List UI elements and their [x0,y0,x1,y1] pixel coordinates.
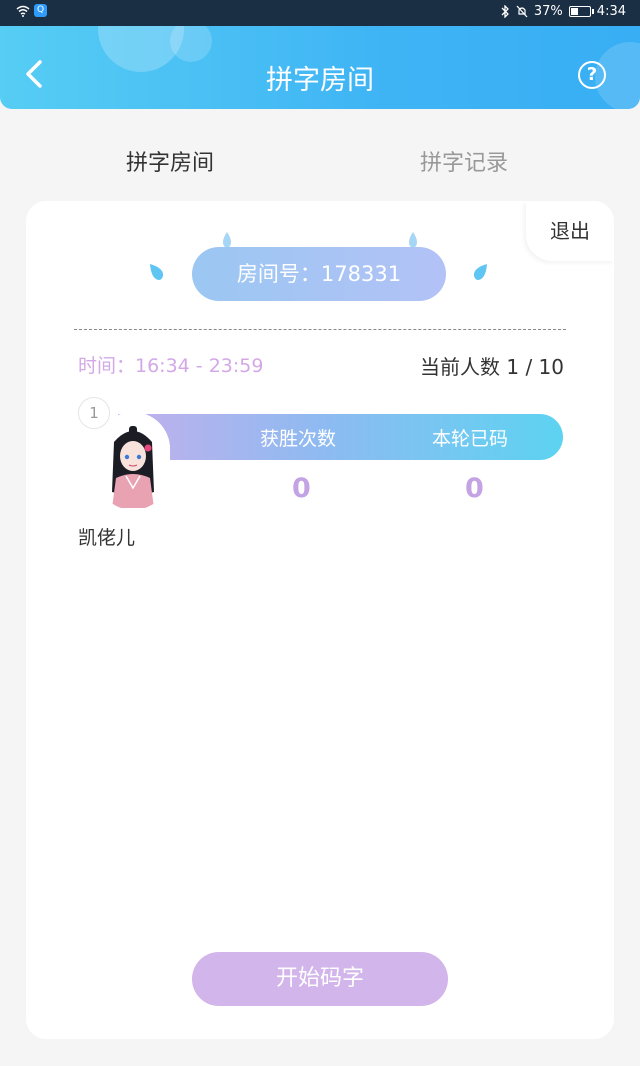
avatar[interactable] [96,412,170,510]
battery-percent: 37% [533,4,563,19]
app-header: 拼字房间 ? [0,26,640,109]
exit-button[interactable]: 退出 [526,201,614,261]
divider [74,329,566,330]
drop-decoration-icon [150,264,164,280]
player-count: 当前人数 1 / 10 [420,355,564,379]
player-name: 凯佬儿 [78,527,136,549]
room-card: 退出 房间号：178331 时间：16:34 - 23:59 当前人数 1 / … [26,201,614,1039]
start-typing-button[interactable]: 开始码字 [192,952,448,1006]
tab-bar: 拼字房间 拼字记录 [0,109,640,199]
room-time: 时间：16:34 - 23:59 [78,355,264,377]
battery-icon [568,6,594,17]
tab-records[interactable]: 拼字记录 [420,145,508,177]
player-wins: 0 [292,473,311,504]
decorative-bubble [170,26,212,62]
room-number-badge: 房间号：178331 [192,247,446,301]
player-typed: 0 [465,473,484,504]
page-title: 拼字房间 [266,65,374,96]
wins-header: 获胜次数 [260,428,337,450]
drop-decoration-icon [473,264,487,280]
status-bar: Q 37% 4:34 [0,0,640,26]
rank-badge: 1 [78,397,110,429]
bluetooth-icon [501,5,509,18]
tab-room[interactable]: 拼字房间 [126,145,214,177]
wifi-icon [16,5,30,17]
help-icon[interactable]: ? [578,61,606,89]
status-time: 4:34 [596,4,626,19]
app-notification-icon: Q [34,4,47,17]
mute-icon [516,5,528,18]
typed-header: 本轮已码 [432,428,509,450]
player-stats-header: 获胜次数 本轮已码 [118,414,563,460]
